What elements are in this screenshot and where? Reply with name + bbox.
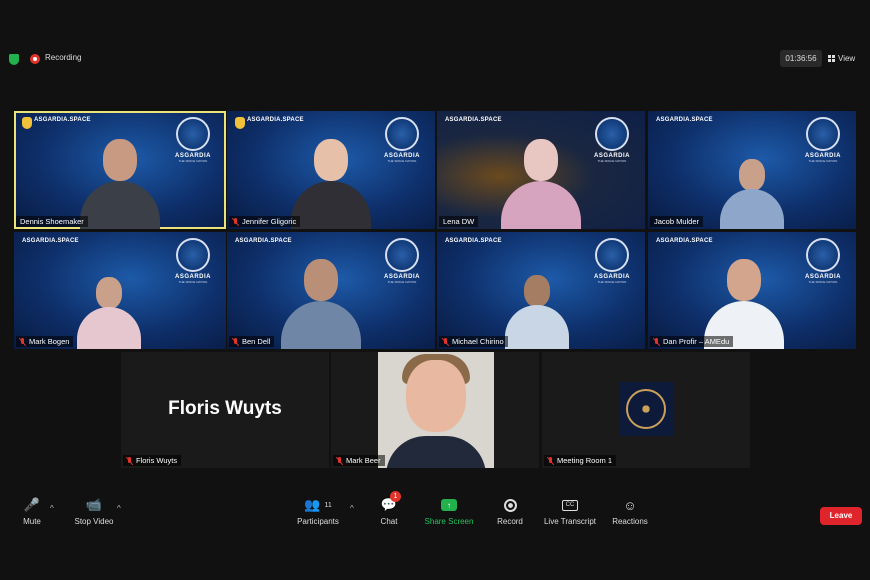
participants-count: 11 <box>324 501 332 509</box>
participant-name: Mark Beer <box>333 455 385 466</box>
participant-name: Jacob Mulder <box>650 216 704 227</box>
asgardia-logo: ASGARDIA THE SPACE NATION <box>800 117 846 167</box>
microphone-icon: 🎤 <box>23 497 41 512</box>
participant-video <box>74 267 144 349</box>
participant-profile-photo <box>378 352 494 468</box>
participant-name: Michael Chirino <box>439 336 508 347</box>
meeting-timer: 01:36:56 <box>780 50 822 67</box>
video-options-caret[interactable]: ^ <box>117 504 121 513</box>
video-camera-icon: 📹 <box>85 497 103 512</box>
video-tile[interactable]: ASGARDIA.SPACE ASGARDIA THE SPACE NATION … <box>648 232 856 349</box>
asgardia-logo: ASGARDIA THE SPACE NATION <box>589 238 635 288</box>
mute-button[interactable]: 🎤 Mute <box>18 496 46 526</box>
meeting-toolbar: 🎤 Mute ^ 📹 Stop Video ^ 👥 11 Participants… <box>0 491 870 536</box>
asgardia-logo: ASGARDIA THE SPACE NATION <box>170 117 216 167</box>
video-tile[interactable]: ASGARDIA.SPACE ASGARDIA THE SPACE NATION … <box>437 232 645 349</box>
security-shield-icon[interactable] <box>9 54 19 65</box>
participant-name: Dennis Shoemaker <box>16 216 88 227</box>
participant-name: Jennifer Gligoric <box>229 216 301 227</box>
asgardia-logo: ASGARDIA THE SPACE NATION <box>379 117 425 167</box>
closed-caption-icon: CC <box>562 499 578 511</box>
mic-muted-icon <box>127 456 133 465</box>
participants-options-caret[interactable]: ^ <box>350 504 354 513</box>
asgardia-site-text: ASGARDIA.SPACE <box>235 238 292 244</box>
smiley-plus-icon: ☺ <box>623 497 637 513</box>
video-tile[interactable]: Floris Wuyts Floris Wuyts <box>121 352 329 468</box>
participant-name: Mark Bogen <box>16 336 74 347</box>
participant-video <box>717 149 787 229</box>
participant-name: Lena DW <box>439 216 479 227</box>
top-bar: Recording 01:36:56 View <box>0 50 870 68</box>
record-button[interactable]: Record <box>494 496 526 526</box>
leave-button[interactable]: Leave <box>820 507 862 525</box>
grid-icon <box>828 55 835 62</box>
asgardia-site-text: ASGARDIA.SPACE <box>445 117 502 123</box>
participant-name: Dan Profir – AMEdu <box>650 336 734 347</box>
stop-video-button[interactable]: 📹 Stop Video <box>70 496 118 526</box>
chat-icon: 💬 1 <box>376 491 402 514</box>
mic-muted-icon <box>233 337 239 346</box>
raised-hand-icon <box>235 117 245 129</box>
participant-video <box>496 129 586 229</box>
live-transcript-button[interactable]: CC Live Transcript <box>540 496 600 526</box>
participants-button[interactable]: 👥 11 Participants <box>292 496 344 526</box>
chat-unread-badge: 1 <box>390 491 401 502</box>
mic-muted-icon <box>654 337 660 346</box>
mic-muted-icon <box>20 337 26 346</box>
asgardia-site-text: ASGARDIA.SPACE <box>445 238 502 244</box>
participant-name: Ben Dell <box>229 336 275 347</box>
video-tile[interactable]: ASGARDIA.SPACE ASGARDIA THE SPACE NATION … <box>437 111 645 229</box>
mic-muted-icon <box>337 456 343 465</box>
view-label: View <box>838 54 856 63</box>
asgardia-logo: ASGARDIA THE SPACE NATION <box>589 117 635 167</box>
share-screen-button[interactable]: ↑ Share Screen <box>422 496 476 526</box>
asgardia-site-text: ASGARDIA.SPACE <box>656 238 713 244</box>
mic-muted-icon <box>548 456 554 465</box>
mic-muted-icon <box>443 337 449 346</box>
audio-options-caret[interactable]: ^ <box>50 504 54 513</box>
video-tile[interactable]: Meeting Room 1 <box>542 352 750 468</box>
video-tile[interactable]: ASGARDIA.SPACE ASGARDIA THE SPACE NATION … <box>14 232 226 349</box>
participant-name: Floris Wuyts <box>123 455 182 466</box>
participants-icon: 👥 11 <box>304 497 332 512</box>
share-screen-icon: ↑ <box>441 499 457 511</box>
record-icon <box>503 498 517 512</box>
raised-hand-icon <box>22 117 32 129</box>
asgardia-emblem-icon <box>619 382 673 436</box>
chat-button[interactable]: 💬 1 Chat <box>376 491 402 526</box>
asgardia-logo: ASGARDIA THE SPACE NATION <box>379 238 425 288</box>
video-tile[interactable]: ASGARDIA.SPACE ASGARDIA THE SPACE NATION … <box>227 232 435 349</box>
recording-icon <box>30 54 40 64</box>
participant-name-placeholder: Floris Wuyts <box>168 398 282 419</box>
participant-video <box>501 265 573 349</box>
asgardia-site-text: ASGARDIA.SPACE <box>247 117 304 123</box>
participant-video <box>75 129 165 229</box>
participant-video <box>286 129 376 229</box>
participant-name: Meeting Room 1 <box>544 455 617 466</box>
asgardia-logo: ASGARDIA THE SPACE NATION <box>800 238 846 288</box>
asgardia-logo: ASGARDIA THE SPACE NATION <box>170 238 216 288</box>
asgardia-site-text: ASGARDIA.SPACE <box>22 238 79 244</box>
participant-video <box>276 249 366 349</box>
video-tile[interactable]: ASGARDIA.SPACE ASGARDIA THE SPACE NATION … <box>648 111 856 229</box>
asgardia-site-text: ASGARDIA.SPACE <box>34 117 91 123</box>
video-tile[interactable]: ASGARDIA.SPACE ASGARDIA THE SPACE NATION … <box>14 111 226 229</box>
participant-video <box>699 249 789 349</box>
recording-label: Recording <box>45 53 82 62</box>
asgardia-site-text: ASGARDIA.SPACE <box>656 117 713 123</box>
mic-muted-icon <box>233 217 239 226</box>
reactions-button[interactable]: ☺ Reactions <box>610 496 650 527</box>
view-button[interactable]: View <box>828 50 864 67</box>
meeting-window: Recording 01:36:56 View ASGARDIA.SPACE A… <box>0 0 870 580</box>
video-tile[interactable]: ASGARDIA.SPACE ASGARDIA THE SPACE NATION … <box>227 111 435 229</box>
